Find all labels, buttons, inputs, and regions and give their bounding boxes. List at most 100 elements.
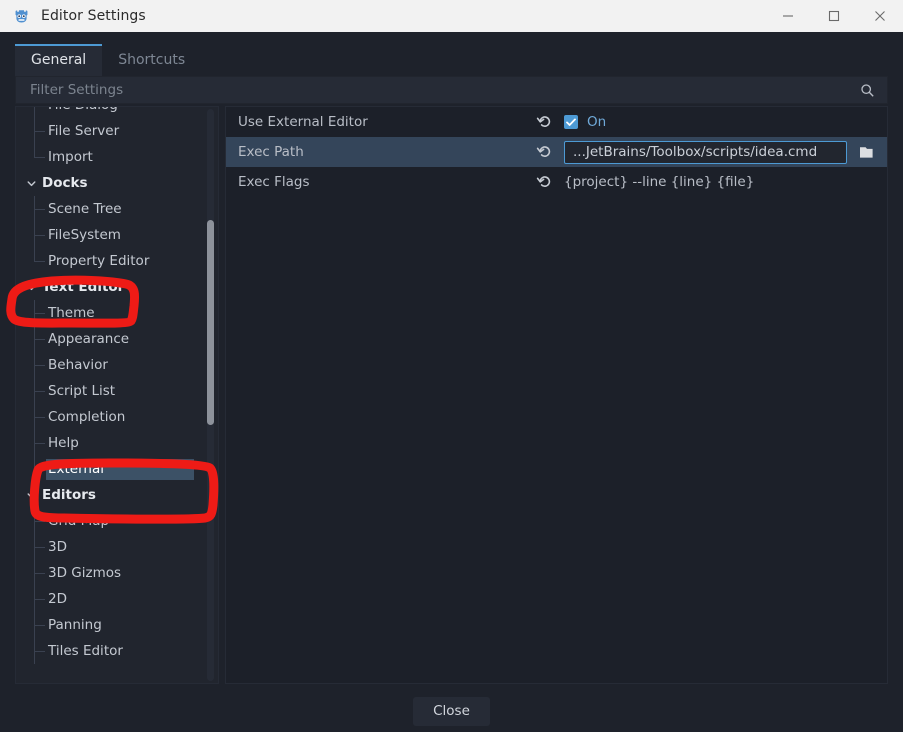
sidebar-item-import[interactable]: Import	[16, 144, 218, 170]
sidebar-item-scene-tree[interactable]: Scene Tree	[16, 196, 218, 222]
editor-settings-dialog: General Shortcuts Filter Settings File D…	[0, 32, 903, 732]
property-label: Exec Path	[238, 144, 304, 160]
filter-settings-bar[interactable]: Filter Settings	[15, 76, 888, 104]
exec-flags-value[interactable]: {project} --line {line} {file}	[564, 174, 754, 190]
tree-guide-dash	[34, 261, 45, 262]
property-value: On	[554, 114, 887, 130]
search-icon[interactable]	[860, 83, 875, 98]
property-row-use-external-editor[interactable]: Use External Editor On	[226, 107, 887, 137]
tree-nodes: File Dialog File Server Import Docks Scene T…	[16, 107, 218, 664]
sidebar-item-property-editor[interactable]: Property Editor	[16, 248, 218, 274]
sidebar-item-label: Property Editor	[48, 252, 150, 269]
tree-guide-dash	[34, 417, 45, 418]
tree-guide-dash	[34, 547, 45, 548]
sidebar-item-2d[interactable]: 2D	[16, 586, 218, 612]
sidebar-item-label: Theme	[48, 304, 95, 321]
tab-shortcuts[interactable]: Shortcuts	[102, 44, 201, 76]
maximize-button[interactable]	[811, 0, 857, 32]
tab-strip: General Shortcuts	[15, 44, 888, 76]
sidebar-item-editors[interactable]: Editors	[16, 482, 218, 508]
tree-guide-line	[34, 248, 35, 261]
tree-guide-dash	[34, 651, 45, 652]
tree-guide-dash	[34, 521, 45, 522]
sidebar-item-text-editor[interactable]: Text Editor	[16, 274, 218, 300]
tab-general-label: General	[31, 52, 87, 68]
sidebar-item-label: 3D	[48, 538, 67, 555]
sidebar-item-label: Tiles Editor	[48, 642, 123, 659]
sidebar-item-3d-gizmos[interactable]: 3D Gizmos	[16, 560, 218, 586]
sidebar-item-external[interactable]: External	[16, 456, 218, 482]
tree-guide-line	[34, 107, 35, 118]
tree-guide-dash	[34, 443, 45, 444]
revert-icon[interactable]	[536, 173, 554, 191]
tree-guide-dash	[34, 573, 45, 574]
chevron-down-icon[interactable]	[26, 178, 37, 189]
tree-guide-dash	[34, 599, 45, 600]
tab-shortcuts-label: Shortcuts	[118, 52, 186, 68]
sidebar-item-appearance[interactable]: Appearance	[16, 326, 218, 352]
tree-guide-dash	[34, 235, 45, 236]
sidebar-item-label: Text Editor	[42, 278, 125, 295]
tree-guide-dash	[34, 313, 45, 314]
sidebar-item-filesystem[interactable]: FileSystem	[16, 222, 218, 248]
chevron-down-icon[interactable]	[26, 282, 37, 293]
sidebar-item-behavior[interactable]: Behavior	[16, 352, 218, 378]
folder-icon	[859, 146, 873, 158]
tree-guide-dash	[34, 157, 45, 158]
settings-panels: File Dialog File Server Import Docks Scene T…	[15, 106, 888, 684]
sidebar-item-label: Help	[48, 434, 79, 451]
sidebar-item-completion[interactable]: Completion	[16, 404, 218, 430]
filter-settings-input[interactable]: Filter Settings	[30, 82, 123, 98]
property-value: ...JetBrains/Toolbox/scripts/idea.cmd	[554, 140, 887, 164]
tree-guide-dash	[34, 131, 45, 132]
sidebar-item-grid-map[interactable]: Grid Map	[16, 508, 218, 534]
property-value: {project} --line {line} {file}	[554, 174, 887, 190]
sidebar-item-label: 2D	[48, 590, 67, 607]
dialog-footer: Close	[0, 690, 903, 732]
godot-robot-icon	[15, 9, 28, 22]
sidebar-scrollbar-thumb[interactable]	[207, 220, 214, 425]
use-external-editor-checkbox[interactable]	[564, 115, 578, 129]
sidebar-item-panning[interactable]: Panning	[16, 612, 218, 638]
sidebar-item-label: File Server	[48, 122, 120, 139]
use-external-editor-state: On	[587, 114, 607, 130]
settings-category-tree[interactable]: File Dialog File Server Import Docks Scene T…	[15, 106, 219, 684]
property-row-exec-flags[interactable]: Exec Flags {project} --line {line} {file…	[226, 167, 887, 197]
tree-guide-dash	[34, 469, 45, 470]
tree-guide-dash	[34, 625, 45, 626]
property-row-exec-path[interactable]: Exec Path ...JetBrains/Toolbox/scripts/i…	[226, 137, 887, 167]
minimize-button[interactable]	[765, 0, 811, 32]
window-title: Editor Settings	[41, 8, 146, 24]
sidebar-item-label: Script List	[48, 382, 116, 399]
tree-guide-dash	[34, 391, 45, 392]
tree-guide-dash	[34, 365, 45, 366]
window-controls	[765, 0, 903, 32]
close-button[interactable]	[857, 0, 903, 32]
sidebar-item-docks[interactable]: Docks	[16, 170, 218, 196]
revert-icon[interactable]	[536, 143, 554, 161]
tree-guide-line	[34, 144, 35, 157]
exec-path-browse-button[interactable]	[855, 140, 879, 164]
sidebar-item-file-dialog[interactable]: File Dialog	[16, 107, 218, 118]
sidebar-item-label: Panning	[48, 616, 102, 633]
close-dialog-button[interactable]: Close	[413, 696, 490, 726]
sidebar-item-label: Appearance	[48, 330, 130, 347]
chevron-down-icon[interactable]	[26, 490, 37, 501]
property-label: Use External Editor	[238, 114, 368, 130]
settings-property-list: Use External Editor On Exec Path ...JetB…	[225, 106, 888, 684]
revert-icon[interactable]	[536, 113, 554, 131]
sidebar-item-theme[interactable]: Theme	[16, 300, 218, 326]
tree-guide-line	[34, 456, 35, 469]
sidebar-item-label: Behavior	[48, 356, 108, 373]
sidebar-item-file-server[interactable]: File Server	[16, 118, 218, 144]
sidebar-item-label: External	[46, 458, 194, 480]
sidebar-item-script-list[interactable]: Script List	[16, 378, 218, 404]
sidebar-item-label: Import	[48, 148, 93, 165]
exec-path-input[interactable]: ...JetBrains/Toolbox/scripts/idea.cmd	[564, 140, 847, 164]
tree-guide-dash	[34, 339, 45, 340]
sidebar-item-3d[interactable]: 3D	[16, 534, 218, 560]
sidebar-item-help[interactable]: Help	[16, 430, 218, 456]
tree-guide-dash	[34, 209, 45, 210]
sidebar-item-tiles-editor[interactable]: Tiles Editor	[16, 638, 218, 664]
tab-general[interactable]: General	[15, 44, 103, 76]
